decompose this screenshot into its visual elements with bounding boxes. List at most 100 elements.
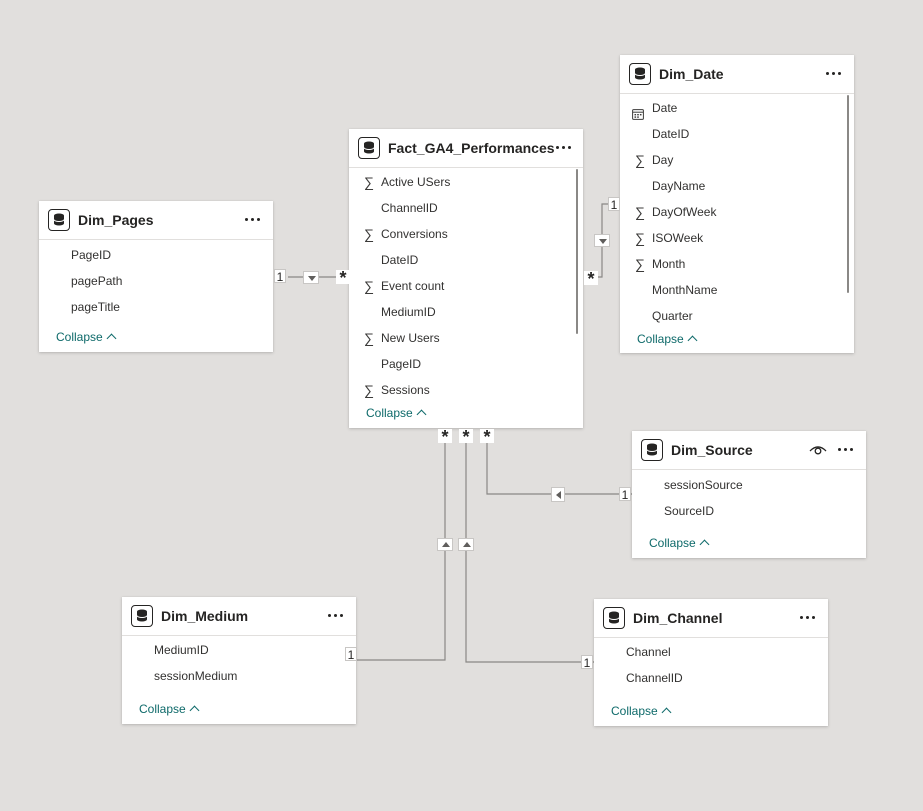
table-icon	[48, 209, 70, 231]
field-row[interactable]: MonthName	[620, 277, 854, 303]
sigma-icon: ∑	[364, 226, 374, 242]
more-options-icon[interactable]	[326, 605, 346, 625]
field-row[interactable]: ∑ Event count	[349, 273, 583, 299]
calendar-icon	[632, 102, 644, 120]
field-row[interactable]: ∑ New Users	[349, 325, 583, 351]
table-card-header[interactable]: Dim_Channel	[594, 599, 828, 638]
table-card-channel[interactable]: Dim_Channel Channel ChannelID Collapse	[594, 599, 828, 726]
field-name: Event count	[381, 279, 445, 293]
field-row[interactable]: ∑ ISOWeek	[620, 225, 854, 251]
filter-direction-icon[interactable]	[458, 538, 474, 551]
field-name: sessionMedium	[154, 669, 238, 683]
field-name: New Users	[381, 331, 440, 345]
field-name: DateID	[652, 127, 690, 141]
table-card-header[interactable]: Fact_GA4_Performances	[349, 129, 583, 168]
table-title: Dim_Channel	[633, 610, 723, 626]
field-row[interactable]: DayName	[620, 173, 854, 199]
cardinality-many-fact-channel: *	[459, 428, 473, 446]
field-row[interactable]: Date	[620, 95, 854, 121]
more-options-icon[interactable]	[554, 137, 574, 157]
collapse-link[interactable]: Collapse	[56, 330, 117, 344]
field-name: DayName	[652, 179, 706, 193]
field-row[interactable]: pageTitle	[39, 294, 273, 320]
cardinality-many-fact-source: *	[480, 428, 494, 446]
field-row[interactable]: ∑ Sessions	[349, 377, 583, 403]
field-row[interactable]: SourceID	[632, 498, 866, 524]
field-list: PageID pagePath pageTitle	[39, 242, 273, 322]
more-options-icon[interactable]	[243, 209, 263, 229]
field-row[interactable]: pagePath	[39, 268, 273, 294]
table-card-header[interactable]: Dim_Date	[620, 55, 854, 94]
field-row[interactable]: ChannelID	[594, 665, 828, 691]
collapse-link[interactable]: Collapse	[611, 704, 672, 718]
cardinality-one-date: 1	[608, 197, 620, 212]
cardinality-one-channel: 1	[581, 655, 593, 670]
cardinality-many-fact-medium: *	[438, 428, 452, 446]
field-row[interactable]: MediumID	[349, 299, 583, 325]
collapse-link[interactable]: Collapse	[637, 332, 698, 346]
cardinality-many-fact-date: *	[584, 270, 598, 288]
collapse-link[interactable]: Collapse	[366, 406, 427, 420]
chevron-up-icon	[106, 333, 117, 344]
table-title: Dim_Date	[659, 66, 724, 82]
field-name: Quarter	[652, 309, 693, 323]
field-row[interactable]: Quarter	[620, 303, 854, 329]
table-icon	[358, 137, 380, 159]
field-list: ∑ Active USers ChannelID ∑ Conversions DateID…	[349, 169, 583, 403]
more-options-icon[interactable]	[824, 63, 844, 83]
cardinality-one-medium: 1	[345, 647, 357, 661]
field-row[interactable]: ∑ Conversions	[349, 221, 583, 247]
scrollbar[interactable]	[847, 95, 849, 293]
field-name: Date	[652, 101, 678, 115]
eye-icon[interactable]	[809, 442, 827, 456]
field-row[interactable]: ∑ DayOfWeek	[620, 199, 854, 225]
table-card-header[interactable]: Dim_Source	[632, 431, 866, 470]
collapse-link[interactable]: Collapse	[139, 702, 200, 716]
scrollbar[interactable]	[576, 169, 578, 334]
table-card-medium[interactable]: Dim_Medium MediumID sessionMedium Collaps…	[122, 597, 356, 724]
filter-direction-icon[interactable]	[551, 487, 565, 502]
field-name: Sessions	[381, 383, 430, 397]
field-row[interactable]: Channel	[594, 639, 828, 665]
filter-direction-icon[interactable]	[594, 234, 610, 247]
field-row[interactable]: DateID	[620, 121, 854, 147]
table-title: Dim_Medium	[161, 608, 249, 624]
table-card-header[interactable]: Dim_Pages	[39, 201, 273, 240]
field-row[interactable]: DateID	[349, 247, 583, 273]
cardinality-many-fact-pages: *	[336, 269, 350, 287]
table-card-pages[interactable]: Dim_Pages PageID pagePath pageTitle Collap…	[39, 201, 273, 352]
table-card-source[interactable]: Dim_Source sessionSource SourceID Collaps…	[632, 431, 866, 558]
field-row[interactable]: PageID	[349, 351, 583, 377]
field-name: Day	[652, 153, 674, 167]
field-name: sessionSource	[664, 478, 743, 492]
sigma-icon: ∑	[635, 230, 645, 246]
collapse-link[interactable]: Collapse	[649, 536, 710, 550]
more-options-icon[interactable]	[798, 607, 818, 627]
sigma-icon: ∑	[635, 256, 645, 272]
cardinality-one-pages: 1	[274, 269, 286, 284]
field-name: Active USers	[381, 175, 451, 189]
field-list: Date DateID ∑ Day DayName ∑ DayOfWeek ∑ ISOWeek ∑…	[620, 95, 854, 329]
field-row[interactable]: ∑ Active USers	[349, 169, 583, 195]
filter-direction-icon[interactable]	[437, 538, 453, 551]
table-icon	[603, 607, 625, 629]
field-row[interactable]: sessionSource	[632, 472, 866, 498]
table-card-fact[interactable]: Fact_GA4_Performances ∑ Active USers Chann…	[349, 129, 583, 428]
field-row[interactable]: sessionMedium	[122, 663, 356, 689]
field-name: DayOfWeek	[652, 205, 717, 219]
field-row[interactable]: PageID	[39, 242, 273, 268]
field-list: Channel ChannelID	[594, 639, 828, 693]
field-row[interactable]: MediumID	[122, 637, 356, 663]
field-name: Conversions	[381, 227, 448, 241]
table-card-date[interactable]: Dim_Date Date DateID ∑ Day DayName ∑ DayOfWeek…	[620, 55, 854, 353]
chevron-up-icon	[416, 409, 427, 420]
field-row[interactable]: ChannelID	[349, 195, 583, 221]
sigma-icon: ∑	[364, 382, 374, 398]
table-card-header[interactable]: Dim_Medium	[122, 597, 356, 636]
chevron-up-icon	[687, 335, 698, 346]
filter-direction-icon[interactable]	[303, 271, 319, 284]
model-canvas[interactable]: Fact_GA4_Performances ∑ Active USers Chann…	[0, 0, 923, 811]
more-options-icon[interactable]	[836, 439, 856, 459]
field-row[interactable]: ∑ Month	[620, 251, 854, 277]
field-row[interactable]: ∑ Day	[620, 147, 854, 173]
